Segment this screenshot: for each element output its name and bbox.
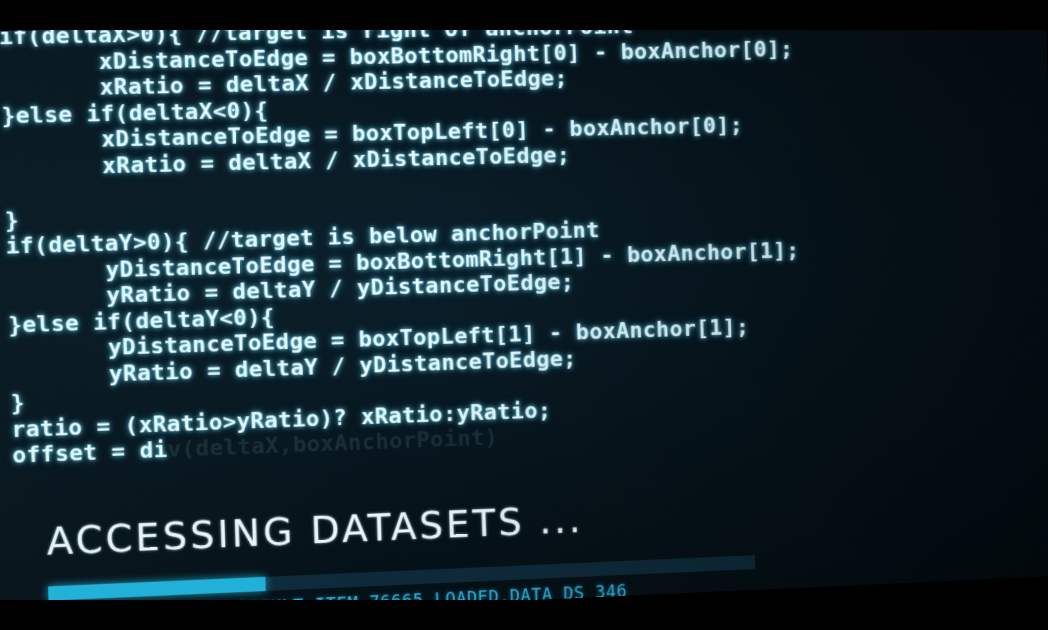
letterbox-bottom	[0, 600, 1048, 630]
status-panel: ACCESSING DATASETS ... DATASET: DENSITY/…	[46, 479, 1042, 564]
code-line-typed: offset = di	[12, 438, 168, 469]
monitor-screen: if(deltaX>0){ //target is right of ancho…	[0, 13, 1048, 625]
video-frame: if(deltaX>0){ //target is right of ancho…	[0, 0, 1048, 630]
code-listing: if(deltaX>0){ //target is right of ancho…	[0, 13, 805, 469]
progress-bar-fill	[48, 577, 266, 601]
letterbox-top	[0, 0, 1048, 30]
status-title: ACCESSING DATASETS ...	[46, 479, 1042, 564]
